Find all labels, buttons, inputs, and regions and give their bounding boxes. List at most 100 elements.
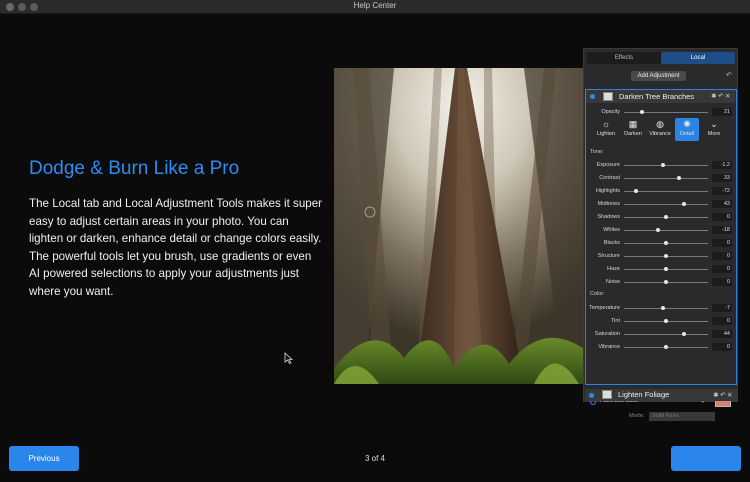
color-header: Color:: [590, 291, 605, 297]
layer-visibility-dot[interactable]: [590, 94, 595, 99]
panel-tabs: Effects Local: [587, 52, 735, 64]
highlights-slider-knob[interactable]: [634, 189, 638, 193]
detail-icon: ✺: [683, 119, 691, 129]
preset-label: Detail: [679, 131, 695, 137]
sun-icon: ☼: [601, 119, 611, 129]
vibrance-label: Vibrance: [598, 344, 620, 350]
layer-mask-thumbnail[interactable]: [603, 92, 613, 101]
tab-effects[interactable]: Effects: [587, 52, 661, 64]
whites-slider-knob[interactable]: [656, 228, 660, 232]
window-title: Help Center: [353, 1, 397, 10]
preset-label: Lighten: [596, 131, 616, 137]
undo-icon[interactable]: ↶: [718, 93, 725, 100]
midtones-slider[interactable]: [624, 204, 708, 205]
contrast-slider[interactable]: [624, 178, 708, 179]
opacity-slider-knob[interactable]: [640, 110, 644, 114]
slide-heading: Dodge & Burn Like a Pro: [29, 158, 240, 179]
haze-row: Haze 0: [586, 264, 735, 274]
tint-slider-knob[interactable]: [664, 319, 668, 323]
shadows-label: Shadows: [597, 214, 620, 220]
haze-label: Haze: [607, 266, 620, 272]
saturation-slider-knob[interactable]: [682, 332, 686, 336]
opacity-label: Opacity: [601, 109, 620, 115]
adjustment-layer-lighten-foliage[interactable]: Lighten Foliage ✱↶✕: [585, 389, 737, 401]
page-indicator: 3 of 4: [364, 454, 385, 463]
saturation-slider[interactable]: [624, 334, 708, 335]
tint-row: Tint 0: [586, 316, 735, 326]
shadows-value[interactable]: 0: [712, 213, 732, 221]
contrast-row: Contrast 33: [586, 173, 735, 183]
blacks-label: Blacks: [603, 240, 620, 246]
temperature-value[interactable]: -7: [712, 304, 732, 312]
haze-slider-knob[interactable]: [664, 267, 668, 271]
next-button[interactable]: [671, 446, 741, 471]
exposure-label: Exposure: [596, 162, 620, 168]
noise-label: Noise: [605, 279, 620, 285]
layer-actions: ✱↶✕: [711, 92, 732, 100]
blacks-row: Blacks 0: [586, 238, 735, 248]
haze-value[interactable]: 0: [712, 265, 732, 273]
exposure-slider-knob[interactable]: [661, 163, 665, 167]
whites-label: Whites: [603, 227, 620, 233]
whites-row: Whites -18: [586, 225, 735, 235]
preset-vibrance-button[interactable]: ◍ Vibrance: [648, 118, 672, 141]
layer-header[interactable]: Darken Tree Branches ✱↶✕: [586, 90, 735, 103]
contrast-slider-knob[interactable]: [677, 176, 681, 180]
temperature-row: Temperature -7: [586, 303, 735, 313]
mode-select[interactable]: Solid Paint: [649, 412, 715, 421]
noise-value[interactable]: 0: [712, 278, 732, 286]
layer-visibility-dot[interactable]: [589, 393, 594, 398]
contrast-value[interactable]: 33: [712, 174, 732, 182]
opacity-value[interactable]: 21: [712, 108, 732, 116]
forest-photo: [334, 68, 590, 384]
temperature-slider[interactable]: [624, 308, 708, 309]
color-wheel-icon: ◍: [656, 119, 664, 129]
highlights-label: Highlights: [595, 188, 620, 194]
preset-detail-button[interactable]: ✺ Detail: [675, 118, 699, 141]
shadows-slider-knob[interactable]: [664, 215, 668, 219]
close-icon[interactable]: ✕: [727, 392, 734, 399]
saturation-value[interactable]: 44: [712, 330, 732, 338]
reset-icon[interactable]: ↶: [726, 71, 732, 79]
preset-darken-button[interactable]: ▦ Darken: [621, 118, 645, 141]
tint-value[interactable]: 0: [712, 317, 732, 325]
contrast-label: Contrast: [599, 175, 620, 181]
tint-label: Tint: [611, 318, 620, 324]
exposure-slider[interactable]: [624, 165, 708, 166]
preset-more-button[interactable]: ⌄ More: [702, 118, 726, 141]
whites-value[interactable]: -18: [712, 226, 732, 234]
highlights-value[interactable]: -72: [712, 187, 732, 195]
layer-name: Darken Tree Branches: [619, 92, 695, 101]
checker-icon: ▦: [628, 119, 638, 129]
midtones-value[interactable]: 43: [712, 200, 732, 208]
whites-slider[interactable]: [624, 230, 708, 231]
temperature-slider-knob[interactable]: [661, 306, 665, 310]
vibrance-value[interactable]: 0: [712, 343, 732, 351]
add-adjustment-button[interactable]: Add Adjustment: [631, 71, 686, 81]
highlights-row: Highlights -72: [586, 186, 735, 196]
structure-slider-knob[interactable]: [664, 254, 668, 258]
preset-lighten-button[interactable]: ☼ Lighten: [594, 118, 618, 141]
midtones-slider-knob[interactable]: [682, 202, 686, 206]
preset-label: Darken: [624, 131, 642, 137]
layer-mask-thumbnail[interactable]: [602, 390, 612, 399]
midtones-label: Midtones: [597, 201, 620, 207]
blacks-value[interactable]: 0: [712, 239, 732, 247]
noise-row: Noise 0: [586, 277, 735, 287]
vibrance-row: Vibrance 0: [586, 342, 735, 352]
exposure-row: Exposure -1.2: [586, 160, 735, 170]
blacks-slider-knob[interactable]: [664, 241, 668, 245]
close-icon[interactable]: ✕: [725, 93, 732, 100]
layer-actions: ✱↶✕: [713, 391, 734, 399]
noise-slider-knob[interactable]: [664, 280, 668, 284]
adjustment-layer-darken-tree-branches[interactable]: Darken Tree Branches ✱↶✕ Opacity 21 ☼ Lig…: [585, 89, 737, 421]
structure-value[interactable]: 0: [712, 252, 732, 260]
saturation-label: Saturation: [594, 331, 620, 337]
exposure-value[interactable]: -1.2: [712, 161, 732, 169]
tab-local[interactable]: Local: [661, 52, 735, 64]
layer-name: Lighten Foliage: [618, 390, 670, 399]
opacity-slider[interactable]: [624, 112, 708, 113]
mouse-cursor-icon: [284, 352, 293, 364]
undo-icon[interactable]: ↶: [720, 392, 727, 399]
vibrance-slider-knob[interactable]: [664, 345, 668, 349]
